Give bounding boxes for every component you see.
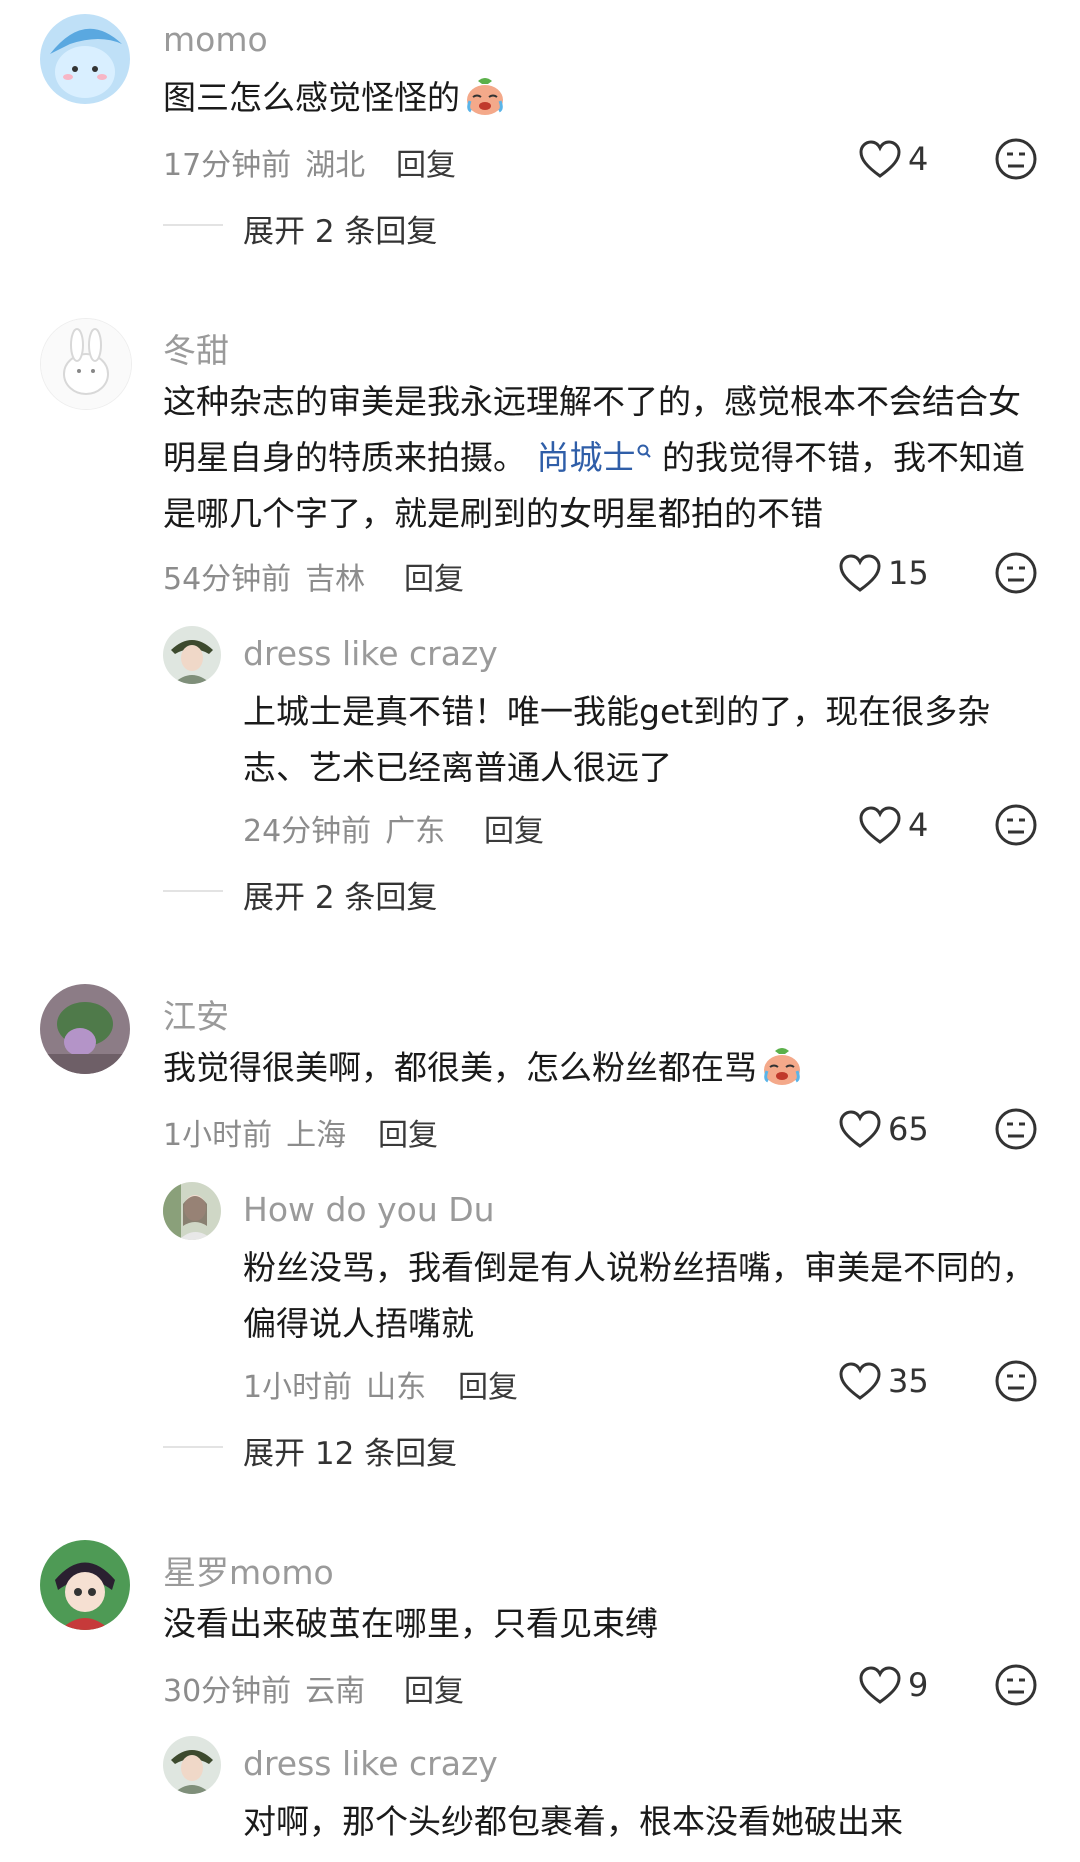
dislike-face-icon[interactable] — [994, 803, 1038, 847]
expand-divider — [163, 224, 223, 226]
like-button[interactable]: 15 — [838, 550, 929, 596]
reply-button[interactable]: 回复 — [404, 1666, 464, 1710]
crying-face-emoji-icon — [467, 78, 503, 115]
heart-icon — [859, 806, 901, 844]
like-count: 65 — [888, 1110, 929, 1148]
comment-username[interactable]: momo — [163, 20, 268, 59]
comment-text: 没看出来破茧在哪里，只看见束缚 — [163, 1604, 658, 1643]
comment-time: 17分钟前 — [163, 148, 292, 183]
reply-button[interactable]: 回复 — [396, 140, 456, 184]
comment-text-content: 图三怎么感觉怪怪的 — [163, 78, 460, 117]
comment-username[interactable]: 冬甜 — [163, 324, 229, 372]
like-button[interactable]: 65 — [838, 1106, 929, 1152]
comment-time: 54分钟前 — [163, 562, 292, 597]
heart-icon — [839, 1362, 881, 1400]
expand-replies-button[interactable]: 展开 12 条回复 — [243, 1428, 457, 1473]
reply-username[interactable]: dress like crazy — [243, 1744, 498, 1783]
comment-text: 这种杂志的审美是我永远理解不了的，感觉根本不会结合女明星自身的特质来拍摄。 尚城… — [163, 374, 1043, 542]
like-button[interactable]: 4 — [858, 802, 928, 848]
like-count: 4 — [908, 806, 929, 844]
expand-divider — [163, 1446, 223, 1448]
reply-meta: 24分钟前 广东 — [243, 806, 445, 850]
like-button[interactable]: 9 — [858, 1662, 928, 1708]
reply-button[interactable]: 回复 — [484, 806, 544, 850]
reply-button[interactable]: 回复 — [378, 1110, 438, 1154]
comment-meta: 30分钟前 云南 — [163, 1666, 365, 1710]
comment-text: 图三怎么感觉怪怪的 — [163, 70, 1043, 126]
dislike-face-icon[interactable] — [994, 551, 1038, 595]
comment-username[interactable]: 星罗momo — [163, 1546, 334, 1594]
heart-icon — [859, 140, 901, 178]
expand-replies-button[interactable]: 展开 2 条回复 — [243, 206, 437, 251]
heart-icon — [839, 554, 881, 592]
like-count: 4 — [908, 140, 929, 178]
avatar[interactable] — [40, 14, 130, 104]
reply-avatar[interactable] — [163, 626, 221, 684]
reply-text: 对啊，那个头纱都包裹着，根本没看她破出来 — [243, 1802, 903, 1841]
search-icon — [637, 444, 651, 458]
reply-time: 24分钟前 — [243, 814, 372, 849]
mention-link[interactable]: 尚城士 — [537, 438, 652, 477]
comment-location: 湖北 — [305, 148, 366, 183]
reply-avatar[interactable] — [163, 1182, 221, 1240]
comment-location: 吉林 — [305, 562, 366, 597]
reply-location: 广东 — [385, 814, 446, 849]
dislike-face-icon[interactable] — [994, 1359, 1038, 1403]
comment-meta: 54分钟前 吉林 — [163, 554, 365, 598]
reply-text: 上城士是真不错！唯一我能get到的了，现在很多杂志、艺术已经离普通人很远了 — [243, 692, 991, 787]
heart-icon — [859, 1666, 901, 1704]
reply-button[interactable]: 回复 — [458, 1362, 518, 1406]
mention-text: 尚城士 — [536, 438, 636, 477]
avatar[interactable] — [40, 1540, 130, 1630]
comment-location: 云南 — [305, 1674, 366, 1709]
reply-button[interactable]: 回复 — [404, 554, 464, 598]
reply-avatar[interactable] — [163, 1736, 221, 1794]
comment-text-content: 我觉得很美啊，都很美，怎么粉丝都在骂 — [163, 1048, 757, 1087]
dislike-face-icon[interactable] — [994, 137, 1038, 181]
comment-location: 上海 — [286, 1118, 347, 1153]
reply-meta: 1小时前 山东 — [243, 1362, 426, 1406]
comment-meta: 17分钟前 湖北 — [163, 140, 365, 184]
reply-username[interactable]: How do you Du — [243, 1190, 495, 1229]
reply-text: 粉丝没骂，我看倒是有人说粉丝捂嘴，审美是不同的，偏得说人捂嘴就 — [243, 1248, 1035, 1343]
avatar[interactable] — [40, 984, 130, 1074]
heart-icon — [839, 1110, 881, 1148]
comment-text: 我觉得很美啊，都很美，怎么粉丝都在骂 — [163, 1040, 1043, 1096]
comment-time: 30分钟前 — [163, 1674, 292, 1709]
crying-face-emoji-icon — [764, 1048, 800, 1085]
reply-location: 山东 — [366, 1370, 427, 1405]
comment-time: 1小时前 — [163, 1118, 273, 1153]
like-button[interactable]: 4 — [858, 136, 928, 182]
like-count: 9 — [908, 1666, 929, 1704]
expand-replies-button[interactable]: 展开 2 条回复 — [243, 872, 437, 917]
reply-time: 1小时前 — [243, 1370, 353, 1405]
like-button[interactable]: 35 — [838, 1358, 929, 1404]
dislike-face-icon[interactable] — [994, 1107, 1038, 1151]
dislike-face-icon[interactable] — [994, 1663, 1038, 1707]
like-count: 15 — [888, 554, 929, 592]
like-count: 35 — [888, 1362, 929, 1400]
comment-username[interactable]: 江安 — [163, 990, 229, 1038]
reply-username[interactable]: dress like crazy — [243, 634, 498, 673]
comment-meta: 1小时前 上海 — [163, 1110, 346, 1154]
avatar[interactable] — [40, 318, 132, 410]
expand-divider — [163, 890, 223, 892]
